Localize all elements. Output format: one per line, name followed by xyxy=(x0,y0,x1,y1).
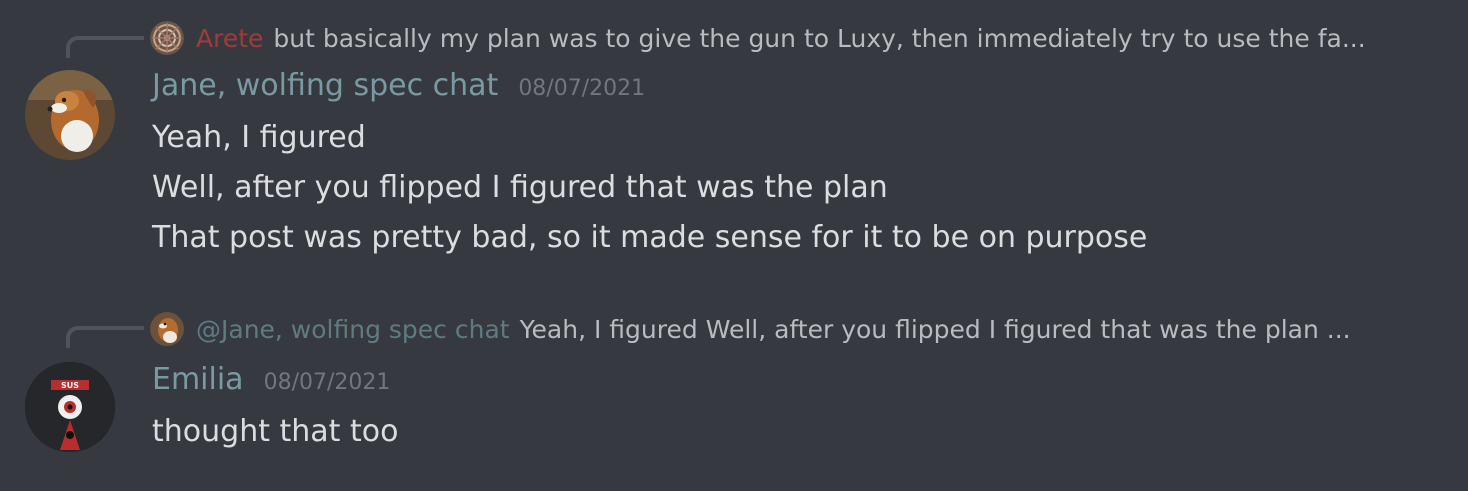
dog-avatar[interactable] xyxy=(25,70,115,160)
reply-text[interactable]: Yeah, I figured Well, after you flipped … xyxy=(520,315,1351,344)
message-line: Yeah, I figured xyxy=(152,120,366,155)
sus-poster-avatar[interactable]: SUS xyxy=(25,362,115,452)
reply-author[interactable]: @Jane, wolfing spec chat xyxy=(196,315,510,344)
reply-author[interactable]: Arete xyxy=(196,24,263,53)
reply-text[interactable]: but basically my plan was to give the gu… xyxy=(273,24,1365,53)
message-header: Jane, wolfing spec chat 08/07/2021 xyxy=(152,68,645,112)
username[interactable]: Emilia xyxy=(152,362,244,397)
timestamp[interactable]: 08/07/2021 xyxy=(518,76,645,101)
message-line: That post was pretty bad, so it made sen… xyxy=(152,220,1148,255)
reply-preview[interactable]: Arete but basically my plan was to give … xyxy=(150,20,1366,56)
chat-log: Arete but basically my plan was to give … xyxy=(0,0,1468,491)
poster-title: SUS xyxy=(61,381,79,390)
mandala-avatar-icon[interactable] xyxy=(150,21,184,55)
reply-preview[interactable]: @Jane, wolfing spec chat Yeah, I figured… xyxy=(150,311,1351,347)
message-line: Well, after you flipped I figured that w… xyxy=(152,170,888,205)
reply-spine xyxy=(66,326,144,348)
dog-avatar-icon[interactable] xyxy=(150,312,184,346)
reply-spine xyxy=(66,36,144,58)
message-header: Emilia 08/07/2021 xyxy=(152,362,390,406)
username[interactable]: Jane, wolfing spec chat xyxy=(152,68,498,103)
timestamp[interactable]: 08/07/2021 xyxy=(264,370,391,395)
message-line: thought that too xyxy=(152,414,399,449)
